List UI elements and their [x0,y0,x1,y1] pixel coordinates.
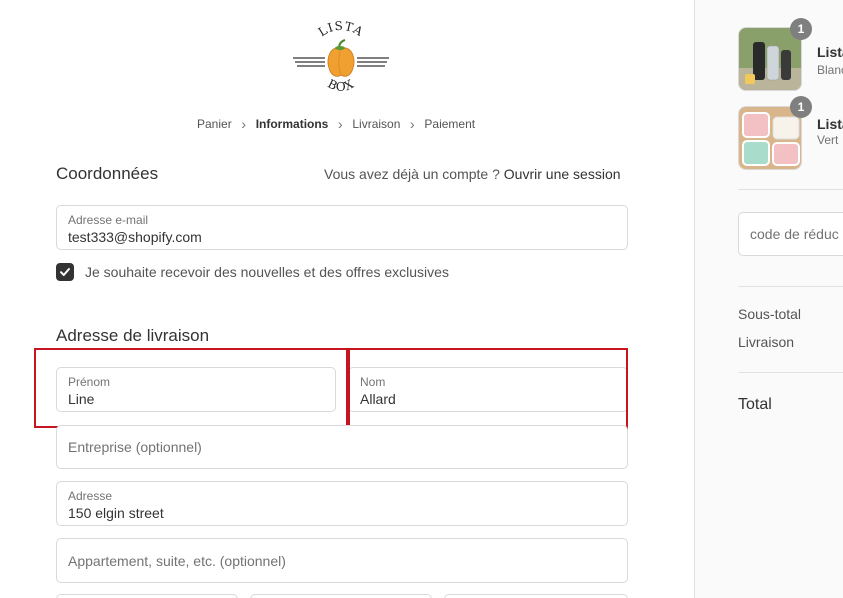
divider [738,286,843,287]
address-value: 150 elgin street [68,505,164,521]
breadcrumb: Panier › Informations › Livraison › Paie… [197,117,475,131]
email-field-label: Adresse e-mail [68,213,149,227]
login-link[interactable]: Ouvrir une session [504,166,621,182]
province-field[interactable] [444,594,628,598]
first-name-highlight [34,348,350,428]
shipping-section-title: Adresse de livraison [56,326,210,345]
company-field[interactable]: Entreprise (optionnel) [56,425,628,469]
discount-code-field[interactable]: code de réduc [738,212,843,256]
product-variant: Vert [817,133,839,147]
product-thumbnail [738,106,802,170]
city-field[interactable] [56,594,238,598]
product-name: Lista [817,44,843,60]
chevron-right-icon: › [410,116,415,132]
logo-wordmark: LISTA BOX [293,20,389,94]
last-name-highlight [346,348,628,430]
bottle-product-image [739,28,801,90]
address-field[interactable]: Adresse 150 elgin street [56,481,628,526]
country-field[interactable] [250,594,432,598]
chevron-right-icon: › [241,116,247,132]
quantity-badge: 1 [790,18,812,40]
lunchbox-product-image [739,107,801,169]
apartment-field[interactable]: Appartement, suite, etc. (optionnel) [56,538,628,583]
store-logo[interactable]: LISTA BOX [289,20,393,100]
address-label: Adresse [68,489,113,503]
shipping-label: Livraison [738,334,795,350]
checkmark-icon [60,268,70,276]
contact-section-title: Coordonnées [56,164,159,183]
email-field-value: test333@shopify.com [68,229,202,245]
total-label: Total [738,396,772,413]
product-name: Lista [817,116,843,132]
newsletter-checkbox[interactable] [56,263,74,281]
login-prompt: Vous avez déjà un compte ? Ouvrir une se… [324,166,621,182]
breadcrumb-information: Informations [255,117,329,131]
subtotal-label: Sous-total [738,306,802,322]
divider [738,189,843,190]
newsletter-row[interactable]: Je souhaite recevoir des nouvelles et de… [56,263,449,281]
divider [738,372,843,373]
login-prompt-text: Vous avez déjà un compte ? [324,166,500,182]
newsletter-label: Je souhaite recevoir des nouvelles et de… [85,264,449,280]
breadcrumb-cart[interactable]: Panier [197,117,232,131]
product-variant: Blanc [817,63,843,77]
pepper-icon [327,39,355,77]
breadcrumb-shipping: Livraison [352,117,401,131]
chevron-right-icon: › [338,116,343,132]
svg-text:BOX: BOX [325,76,356,93]
discount-code-placeholder: code de réduc [750,226,839,242]
order-summary-sidebar: 1 Lista Blanc 1 Lista Vert code de réduc… [694,0,843,598]
company-placeholder: Entreprise (optionnel) [68,439,202,455]
apartment-placeholder: Appartement, suite, etc. (optionnel) [68,552,286,569]
svg-text:LISTA: LISTA [316,20,366,39]
email-field[interactable]: Adresse e-mail test333@shopify.com [56,205,628,250]
quantity-badge: 1 [790,96,812,118]
breadcrumb-payment: Paiement [424,117,476,131]
